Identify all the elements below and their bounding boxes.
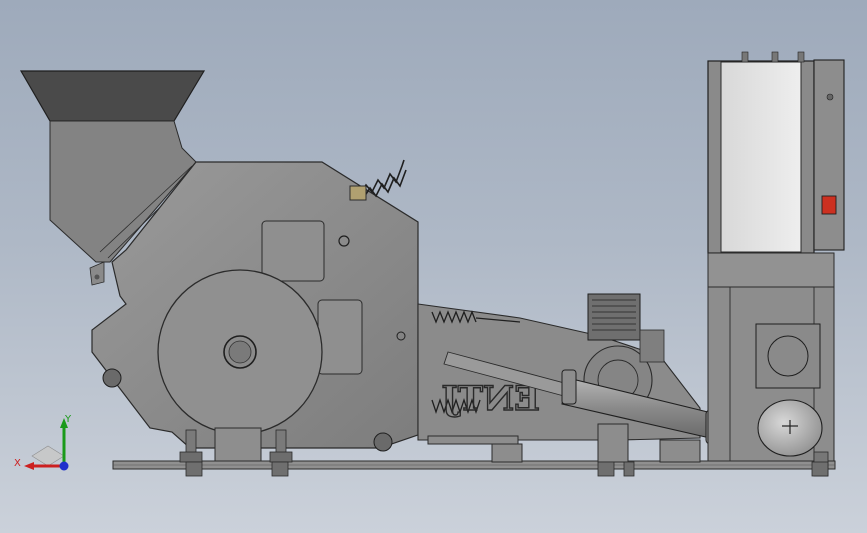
crusher-assembly-model[interactable]: ENTJ bbox=[0, 0, 867, 533]
main-switch-icon bbox=[821, 195, 837, 215]
base-frame bbox=[112, 460, 836, 470]
top-adjuster-spring bbox=[349, 159, 407, 201]
upper-inspection-door bbox=[261, 220, 325, 282]
cabinet-side-panel bbox=[813, 59, 845, 251]
drive-motor bbox=[587, 293, 641, 341]
cabinet-door bbox=[720, 61, 802, 253]
y-axis-label: Y bbox=[64, 414, 72, 425]
cad-viewport[interactable]: ENTJ Y X bbox=[0, 0, 867, 533]
electrical-cabinet[interactable] bbox=[707, 51, 845, 477]
coordinate-triad-icon: Y X bbox=[14, 414, 72, 471]
x-axis-label: X bbox=[14, 458, 21, 469]
hydraulic-pump bbox=[755, 323, 821, 389]
lower-inspection-door bbox=[317, 299, 363, 375]
z-axis-dot bbox=[59, 461, 69, 471]
